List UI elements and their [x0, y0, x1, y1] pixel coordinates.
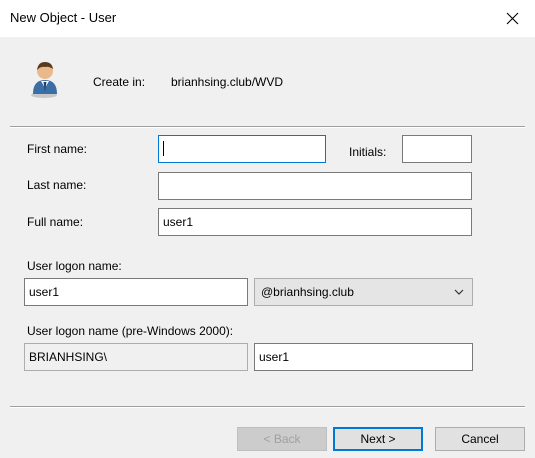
- logon-name-field[interactable]: user1: [24, 278, 248, 306]
- pre2000-logon-field[interactable]: user1: [254, 343, 473, 371]
- initials-label: Initials:: [349, 145, 387, 159]
- full-name-value: user1: [163, 215, 194, 229]
- last-name-field[interactable]: [158, 172, 472, 200]
- pre2000-logon-value: user1: [259, 350, 290, 364]
- create-in-label: Create in:: [93, 75, 146, 89]
- close-button[interactable]: [489, 0, 535, 37]
- new-object-dialog: New Object - User Create in: brianhsing.…: [0, 0, 535, 458]
- separator-top: [10, 126, 525, 128]
- logon-name-label: User logon name:: [27, 259, 122, 273]
- first-name-field[interactable]: [158, 135, 326, 163]
- close-icon: [506, 12, 518, 25]
- first-name-label: First name:: [27, 142, 88, 156]
- window-title: New Object - User: [10, 10, 117, 25]
- upn-suffix-dropdown[interactable]: @brianhsing.club: [254, 278, 473, 306]
- pre2000-domain-field: BRIANHSING\: [24, 343, 248, 371]
- upn-suffix-value: @brianhsing.club: [261, 285, 354, 299]
- next-button[interactable]: Next >: [333, 427, 423, 451]
- user-icon: [31, 62, 57, 98]
- title-bar: New Object - User: [0, 0, 535, 37]
- back-button[interactable]: < Back: [237, 427, 327, 451]
- pre2000-domain-value: BRIANHSING\: [29, 350, 108, 364]
- pre2000-label: User logon name (pre-Windows 2000):: [27, 324, 234, 338]
- full-name-label: Full name:: [27, 215, 84, 229]
- cancel-button[interactable]: Cancel: [435, 427, 525, 451]
- full-name-field[interactable]: user1: [158, 208, 472, 236]
- logon-name-value: user1: [29, 285, 60, 299]
- separator-bottom: [10, 406, 525, 408]
- initials-field[interactable]: [402, 135, 472, 163]
- last-name-label: Last name:: [27, 178, 87, 192]
- create-in-path: brianhsing.club/WVD: [171, 75, 284, 89]
- chevron-down-icon: [454, 289, 464, 295]
- text-caret: [163, 141, 164, 157]
